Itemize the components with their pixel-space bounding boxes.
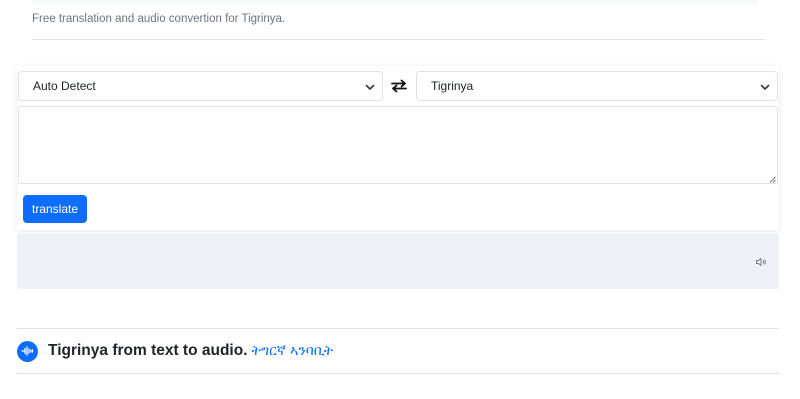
translator-card: Auto Detect Tigrinya translate <box>17 66 779 230</box>
audio-wave-icon <box>17 340 38 362</box>
chevron-down-icon <box>760 84 770 90</box>
header-strip <box>32 0 758 5</box>
audio-section-heading: Tigrinya from text to audio. ትግርኛ ኣንባቢት <box>17 340 333 362</box>
divider <box>17 373 779 374</box>
source-language-value: Auto Detect <box>33 79 96 93</box>
speaker-icon[interactable] <box>755 256 767 268</box>
translation-output <box>17 234 779 289</box>
chevron-down-icon <box>365 84 375 90</box>
target-language-value: Tigrinya <box>431 79 474 93</box>
resize-grip-icon[interactable] <box>769 176 776 183</box>
swap-arrows-icon <box>391 79 407 93</box>
source-text-input[interactable] <box>18 106 778 184</box>
tigrinya-reader-link[interactable]: ትግርኛ ኣንባቢት <box>252 343 334 359</box>
swap-languages-button[interactable] <box>389 76 409 96</box>
section-title: Tigrinya from text to audio. <box>48 342 248 359</box>
page: Free translation and audio convertion fo… <box>0 0 800 399</box>
divider <box>32 39 765 40</box>
source-language-select[interactable]: Auto Detect <box>18 71 383 101</box>
target-language-select[interactable]: Tigrinya <box>416 71 778 101</box>
tagline: Free translation and audio convertion fo… <box>32 13 286 25</box>
divider <box>17 328 779 329</box>
translate-button[interactable]: translate <box>23 195 87 223</box>
